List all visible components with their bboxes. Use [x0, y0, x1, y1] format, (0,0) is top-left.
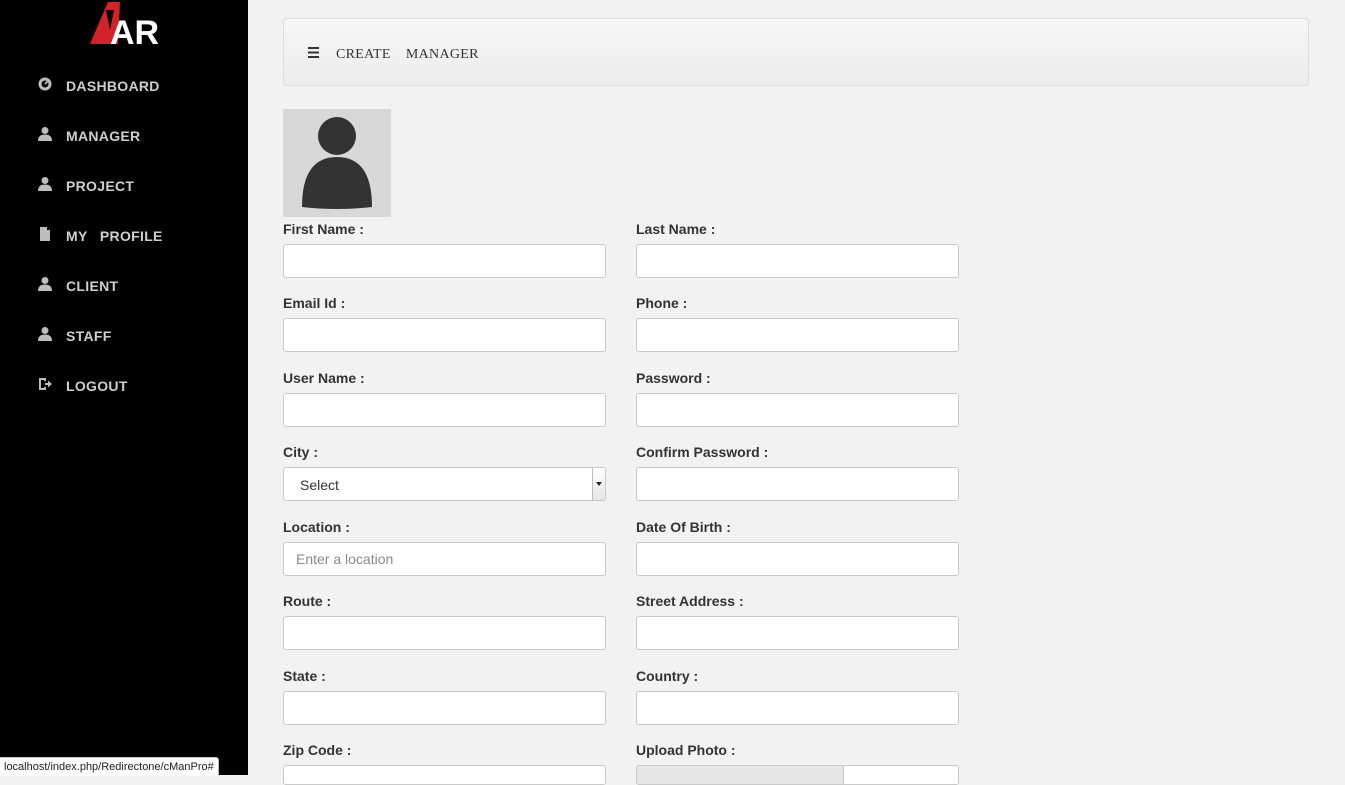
- sidebar-item-project[interactable]: PROJECT: [0, 168, 248, 204]
- dob-input[interactable]: [636, 542, 959, 576]
- country-input[interactable]: [636, 691, 959, 725]
- first-name-input[interactable]: [283, 244, 606, 278]
- password-label: Password :: [636, 370, 711, 386]
- upload-photo-label: Upload Photo :: [636, 742, 736, 758]
- upload-browse-button[interactable]: [843, 766, 844, 784]
- user-icon: [37, 276, 53, 292]
- sidebar-item-dashboard[interactable]: DASHBOARD: [0, 68, 248, 104]
- sidebar-item-label: LOGOUT: [66, 378, 128, 394]
- email-label: Email Id :: [283, 295, 346, 311]
- user-icon: [37, 176, 53, 192]
- sidebar-item-label: DASHBOARD: [66, 78, 160, 94]
- route-input[interactable]: [283, 616, 606, 650]
- zip-code-input[interactable]: [283, 765, 606, 785]
- city-select[interactable]: Select: [283, 467, 606, 501]
- logo-text: AR: [110, 14, 158, 48]
- avatar[interactable]: [283, 109, 391, 217]
- user-icon: [37, 326, 53, 342]
- user-icon: [37, 126, 53, 142]
- sidebar-item-label: PROJECT: [66, 178, 135, 194]
- sidebar-item-label: MY PROFILE: [66, 228, 163, 244]
- state-label: State :: [283, 668, 326, 684]
- city-label: City :: [283, 444, 318, 460]
- state-input[interactable]: [283, 691, 606, 725]
- confirm-password-label: Confirm Password :: [636, 444, 769, 460]
- location-label: Location :: [283, 519, 350, 535]
- sidebar-item-manager[interactable]: MANAGER: [0, 118, 248, 154]
- sidebar-item-my-profile[interactable]: MY PROFILE: [0, 218, 248, 254]
- username-label: User Name :: [283, 370, 365, 386]
- brand-logo[interactable]: AR: [88, 0, 159, 52]
- confirm-password-input[interactable]: [636, 467, 959, 501]
- password-input[interactable]: [636, 393, 959, 427]
- phone-input[interactable]: [636, 318, 959, 352]
- street-address-label: Street Address :: [636, 593, 744, 609]
- last-name-input[interactable]: [636, 244, 959, 278]
- sidebar: AR DASHBOARD MANAGER PROJECT MY PROFILE …: [0, 0, 248, 775]
- route-label: Route :: [283, 593, 332, 609]
- hamburger-icon[interactable]: [308, 46, 320, 58]
- location-input[interactable]: [283, 542, 606, 576]
- phone-label: Phone :: [636, 295, 688, 311]
- zip-code-label: Zip Code :: [283, 742, 352, 758]
- sidebar-item-label: CLIENT: [66, 278, 119, 294]
- page-title: CREATE MANAGER: [336, 47, 479, 62]
- sidebar-item-label: STAFF: [66, 328, 112, 344]
- page-header: CREATE MANAGER: [283, 18, 1309, 86]
- dob-label: Date Of Birth :: [636, 519, 731, 535]
- first-name-label: First Name :: [283, 221, 364, 237]
- upload-filename-area: [637, 766, 843, 784]
- street-address-input[interactable]: [636, 616, 959, 650]
- sidebar-item-label: MANAGER: [66, 128, 141, 144]
- chevron-down-icon[interactable]: [592, 468, 605, 500]
- upload-photo-field[interactable]: [636, 765, 959, 785]
- main-content: CREATE MANAGER First Name : Last Name : …: [248, 0, 1345, 785]
- username-input[interactable]: [283, 393, 606, 427]
- file-icon: [37, 226, 53, 242]
- sidebar-item-logout[interactable]: LOGOUT: [0, 368, 248, 404]
- status-bar-url: localhost/index.php/Redirectone/cManPro#: [0, 757, 219, 776]
- city-select-value: Select: [300, 477, 339, 493]
- sidebar-item-client[interactable]: CLIENT: [0, 268, 248, 304]
- user-silhouette-icon: [302, 117, 372, 209]
- logout-icon: [37, 376, 53, 392]
- sidebar-item-staff[interactable]: STAFF: [0, 318, 248, 354]
- last-name-label: Last Name :: [636, 221, 716, 237]
- dashboard-icon: [37, 76, 53, 92]
- email-input[interactable]: [283, 318, 606, 352]
- country-label: Country :: [636, 668, 699, 684]
